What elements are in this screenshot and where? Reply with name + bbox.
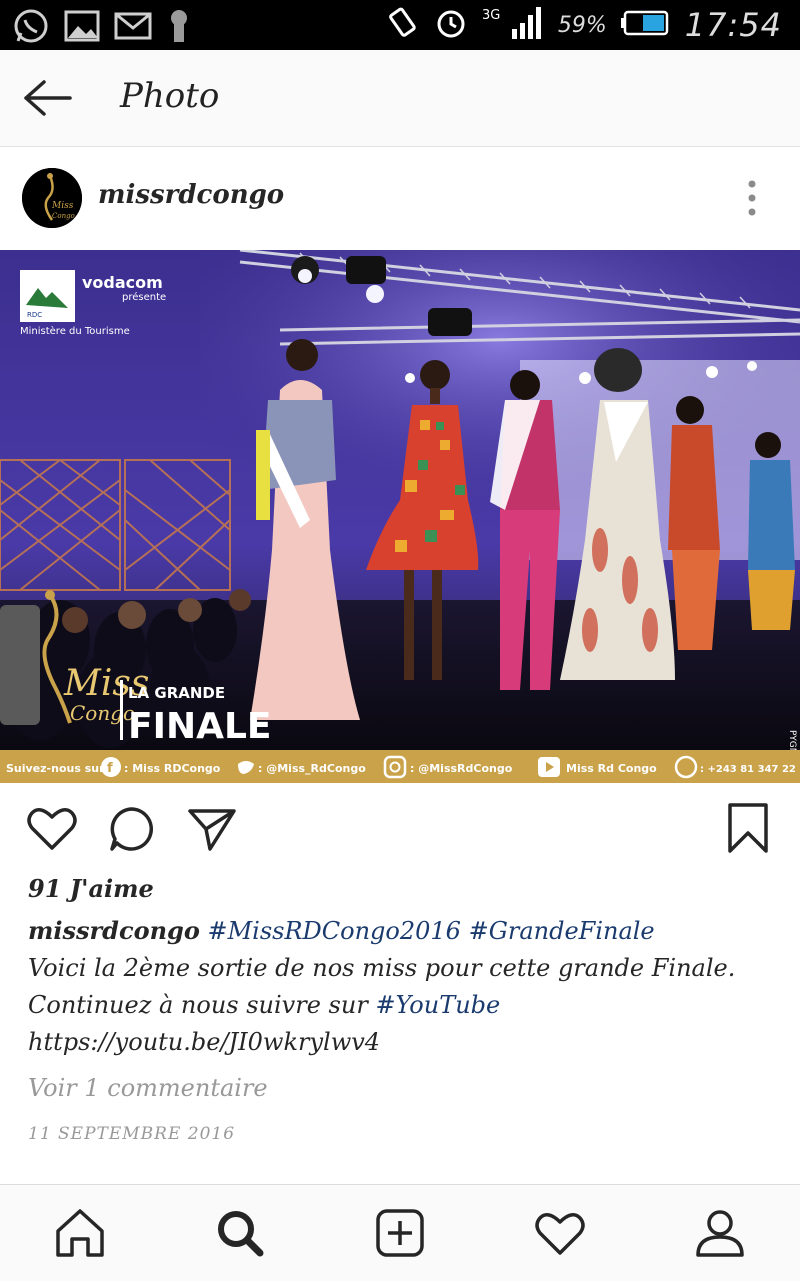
svg-text:Miss Rd Congo: Miss Rd Congo [566, 762, 657, 775]
hashtag-link[interactable]: #MissRDCongo2016 [207, 917, 460, 945]
svg-text:: @Miss_RdCongo: : @Miss_RdCongo [258, 762, 366, 775]
status-bar: 3G 59% 17:54 [0, 0, 800, 50]
app-bar: Photo [0, 50, 800, 147]
nav-profile[interactable] [692, 1205, 748, 1261]
home-icon [56, 1209, 104, 1257]
svg-text:RDC: RDC [27, 311, 42, 319]
system-indicators: 3G 59% 17:54 [386, 0, 782, 50]
battery-percent: 59% [557, 12, 607, 38]
fashion-show-image: RDC vodacom présente Ministère du Touris… [0, 250, 800, 783]
svg-text:LA GRANDE: LA GRANDE [128, 684, 225, 702]
bottom-navigation [0, 1184, 800, 1281]
caption-text: Continuez à nous suivre sur [28, 991, 368, 1019]
post-caption: missrdcongo #MissRDCongo2016 #GrandeFina… [28, 912, 778, 1061]
svg-text:: Miss RDCongo: : Miss RDCongo [124, 762, 221, 775]
nav-new-post[interactable] [372, 1205, 428, 1261]
hashtag-link[interactable]: #YouTube [375, 991, 500, 1019]
page-title: Photo [120, 76, 220, 116]
profile-icon [696, 1210, 744, 1257]
nav-search[interactable] [212, 1205, 268, 1261]
gallery-icon [64, 10, 100, 46]
post-actions [0, 783, 800, 875]
svg-text:présente: présente [122, 291, 166, 303]
svg-text:FINALE: FINALE [128, 706, 272, 747]
like-button[interactable] [24, 801, 80, 857]
hashtag-link[interactable]: #GrandeFinale [469, 917, 655, 945]
search-icon [218, 1211, 264, 1257]
caption-author[interactable]: missrdcongo [28, 916, 200, 945]
back-arrow-icon [24, 80, 72, 116]
miss-logo-icon: Miss Congo [22, 168, 82, 228]
svg-text:Suivez-nous sur: Suivez-nous sur [6, 762, 105, 775]
post-photo[interactable]: RDC vodacom présente Ministère du Touris… [0, 250, 800, 783]
avatar[interactable]: Miss Congo [22, 168, 82, 228]
post-header: Miss Congo missrdcongo [0, 148, 800, 248]
comment-icon [110, 807, 153, 851]
signal-icon: 3G [482, 5, 544, 45]
nav-activity[interactable] [532, 1205, 588, 1261]
activity-icon [535, 1213, 585, 1255]
svg-text:: @MissRdCongo: : @MissRdCongo [410, 762, 513, 775]
heart-icon [27, 808, 77, 850]
whatsapp-icon [12, 7, 50, 49]
more-vert-icon [748, 180, 756, 216]
share-icon [188, 809, 236, 851]
vibrate-icon [386, 6, 420, 44]
caption-url[interactable]: https://youtu.be/JI0wkrylwv4 [28, 1028, 380, 1056]
svg-text:vodacom: vodacom [82, 273, 163, 292]
bookmark-icon [728, 803, 768, 853]
comment-button[interactable] [104, 801, 160, 857]
caption-text: Voici la 2ème sortie de nos miss pour ce… [28, 954, 736, 982]
alarm-icon [434, 6, 468, 44]
svg-text:Ministère du Tourisme: Ministère du Tourisme [20, 325, 130, 337]
clock: 17:54 [684, 6, 782, 44]
post-username[interactable]: missrdcongo [98, 180, 284, 210]
more-options-button[interactable] [738, 174, 766, 222]
post-date: 11 SEPTEMBRE 2016 [28, 1124, 236, 1144]
svg-text:: +243 81 347 22 29: : +243 81 347 22 29 [700, 764, 800, 775]
like-count[interactable]: 91 J'aime [28, 874, 154, 903]
keyhole-icon [166, 8, 192, 48]
nav-home[interactable] [52, 1205, 108, 1261]
view-comments-link[interactable]: Voir 1 commentaire [28, 1074, 268, 1102]
svg-text:Miss: Miss [51, 201, 74, 211]
svg-text:Congo: Congo [52, 212, 75, 220]
svg-text:Congo: Congo [70, 701, 135, 725]
svg-text:f: f [107, 761, 113, 776]
add-post-icon [376, 1209, 424, 1257]
battery-icon [620, 9, 671, 41]
back-button[interactable] [22, 78, 74, 118]
bookmark-button[interactable] [720, 801, 776, 857]
svg-text:3G: 3G [482, 8, 500, 23]
gmail-icon [114, 11, 152, 45]
notification-icons [12, 7, 192, 49]
share-button[interactable] [184, 801, 240, 857]
